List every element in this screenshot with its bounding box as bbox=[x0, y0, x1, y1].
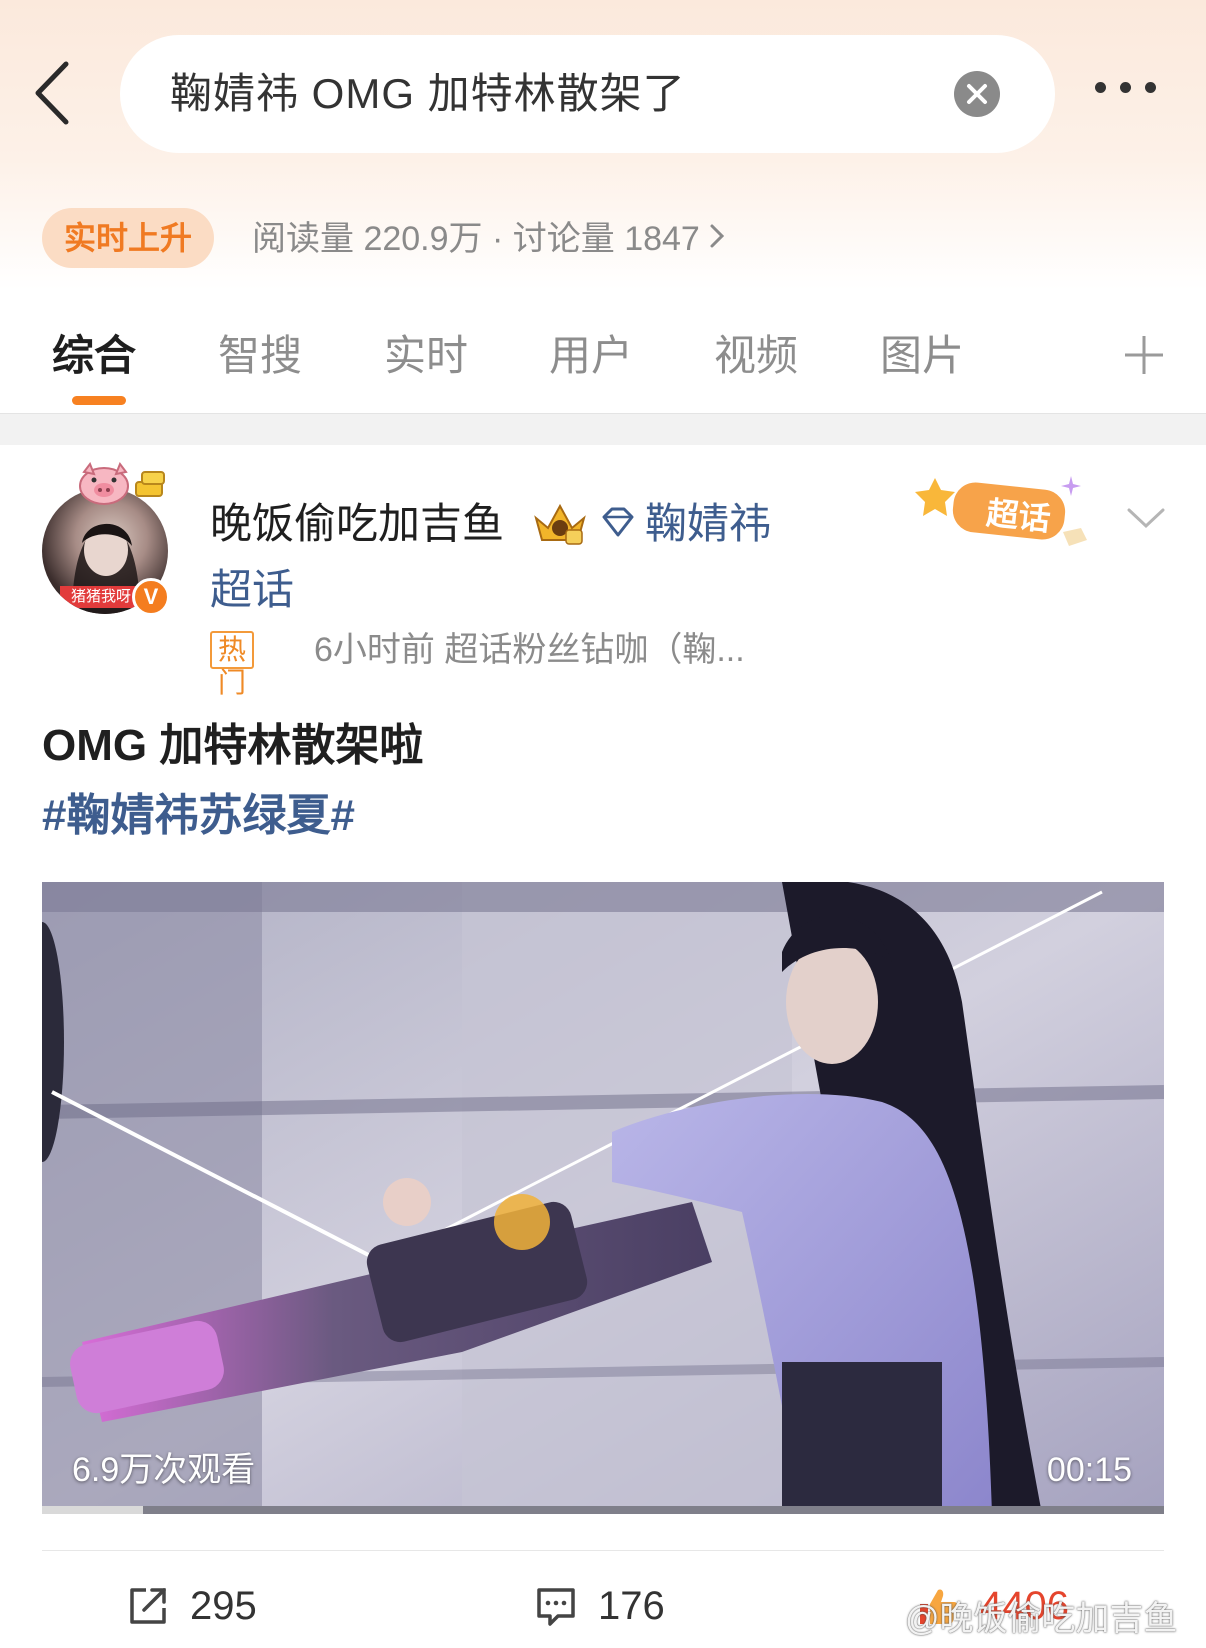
trend-badge: 实时上升 bbox=[42, 208, 215, 268]
verified-badge: V bbox=[132, 578, 170, 616]
repost-icon bbox=[130, 1588, 166, 1624]
username[interactable]: 晚饭偷吃加吉鱼 bbox=[210, 496, 504, 552]
video-progress-fill bbox=[42, 1506, 143, 1514]
video-view-count: 6.9万次观看 bbox=[72, 1451, 256, 1489]
post-menu-button[interactable] bbox=[1125, 502, 1167, 534]
fan-level-badge-icon bbox=[534, 503, 586, 545]
topic-link-suffix[interactable]: 超话 bbox=[210, 562, 294, 618]
video-player[interactable]: 6.9万次观看 00:15 bbox=[42, 882, 1164, 1514]
user-avatar-button[interactable]: 猪猪我呀 V bbox=[40, 460, 172, 620]
pig-decoration-icon bbox=[79, 462, 165, 505]
section-divider bbox=[0, 413, 1206, 445]
back-arrow-icon bbox=[35, 61, 69, 125]
video-duration: 00:15 bbox=[1046, 1451, 1132, 1489]
topic-link[interactable]: 鞠婧祎 bbox=[645, 496, 771, 552]
action-separator bbox=[42, 1550, 1164, 1551]
tab-realtime[interactable]: 实时 bbox=[384, 328, 468, 384]
plus-icon bbox=[1125, 336, 1163, 374]
tab-comprehensive[interactable]: 综合 bbox=[52, 328, 136, 384]
comment-count: 176 bbox=[598, 1584, 665, 1628]
comment-icon bbox=[537, 1588, 575, 1626]
add-tab-button[interactable] bbox=[1123, 334, 1165, 376]
active-tab-indicator bbox=[72, 396, 126, 405]
clear-search-button[interactable] bbox=[954, 71, 1000, 117]
more-button[interactable] bbox=[1095, 80, 1167, 108]
repost-count: 295 bbox=[190, 1584, 257, 1628]
tab-users[interactable]: 用户 bbox=[549, 328, 633, 384]
avatar-tag: 猪猪我呀 bbox=[60, 586, 142, 608]
video-thumbnail bbox=[42, 882, 1164, 1514]
post-hashtag[interactable]: #鞠婧祎苏绿夏# bbox=[42, 786, 355, 846]
chaohua-badge[interactable]: 超话 bbox=[915, 470, 1105, 560]
post-meta-text: 6小时前 超话粉丝钻咖（鞠... bbox=[314, 631, 745, 669]
tab-smart-search[interactable]: 智搜 bbox=[218, 328, 302, 384]
video-progress-track[interactable] bbox=[42, 1506, 1164, 1514]
search-input[interactable]: 鞠婧祎 OMG 加特林散架了 bbox=[170, 65, 686, 123]
diamond-icon bbox=[602, 507, 634, 537]
search-box[interactable]: 鞠婧祎 OMG 加特林散架了 bbox=[120, 35, 1055, 153]
watermark: @晚饭偷吃加吉鱼 bbox=[905, 1600, 1178, 1638]
topic-stats: 阅读量 220.9万 · 讨论量 1847 bbox=[252, 220, 700, 258]
hot-tag: 热门 bbox=[210, 631, 255, 698]
clear-icon bbox=[967, 84, 987, 104]
tab-images[interactable]: 图片 bbox=[880, 328, 964, 384]
chevron-right-icon bbox=[708, 218, 726, 260]
more-icon bbox=[1145, 82, 1156, 93]
chaohua-badge-icon: 超话 bbox=[915, 476, 1087, 546]
tab-video[interactable]: 视频 bbox=[714, 328, 798, 384]
chaohua-badge-text: 超话 bbox=[985, 495, 1052, 537]
topic-stats-link[interactable]: 阅读量 220.9万 · 讨论量 1847 bbox=[252, 218, 726, 260]
more-icon bbox=[1120, 82, 1131, 93]
more-icon bbox=[1095, 82, 1106, 93]
tab-bar: 综合 智搜 实时 用户 视频 图片 bbox=[0, 310, 1206, 410]
back-button[interactable] bbox=[30, 58, 80, 128]
post-title: OMG 加特林散架啦 bbox=[42, 721, 424, 770]
chevron-down-icon bbox=[1127, 508, 1165, 529]
